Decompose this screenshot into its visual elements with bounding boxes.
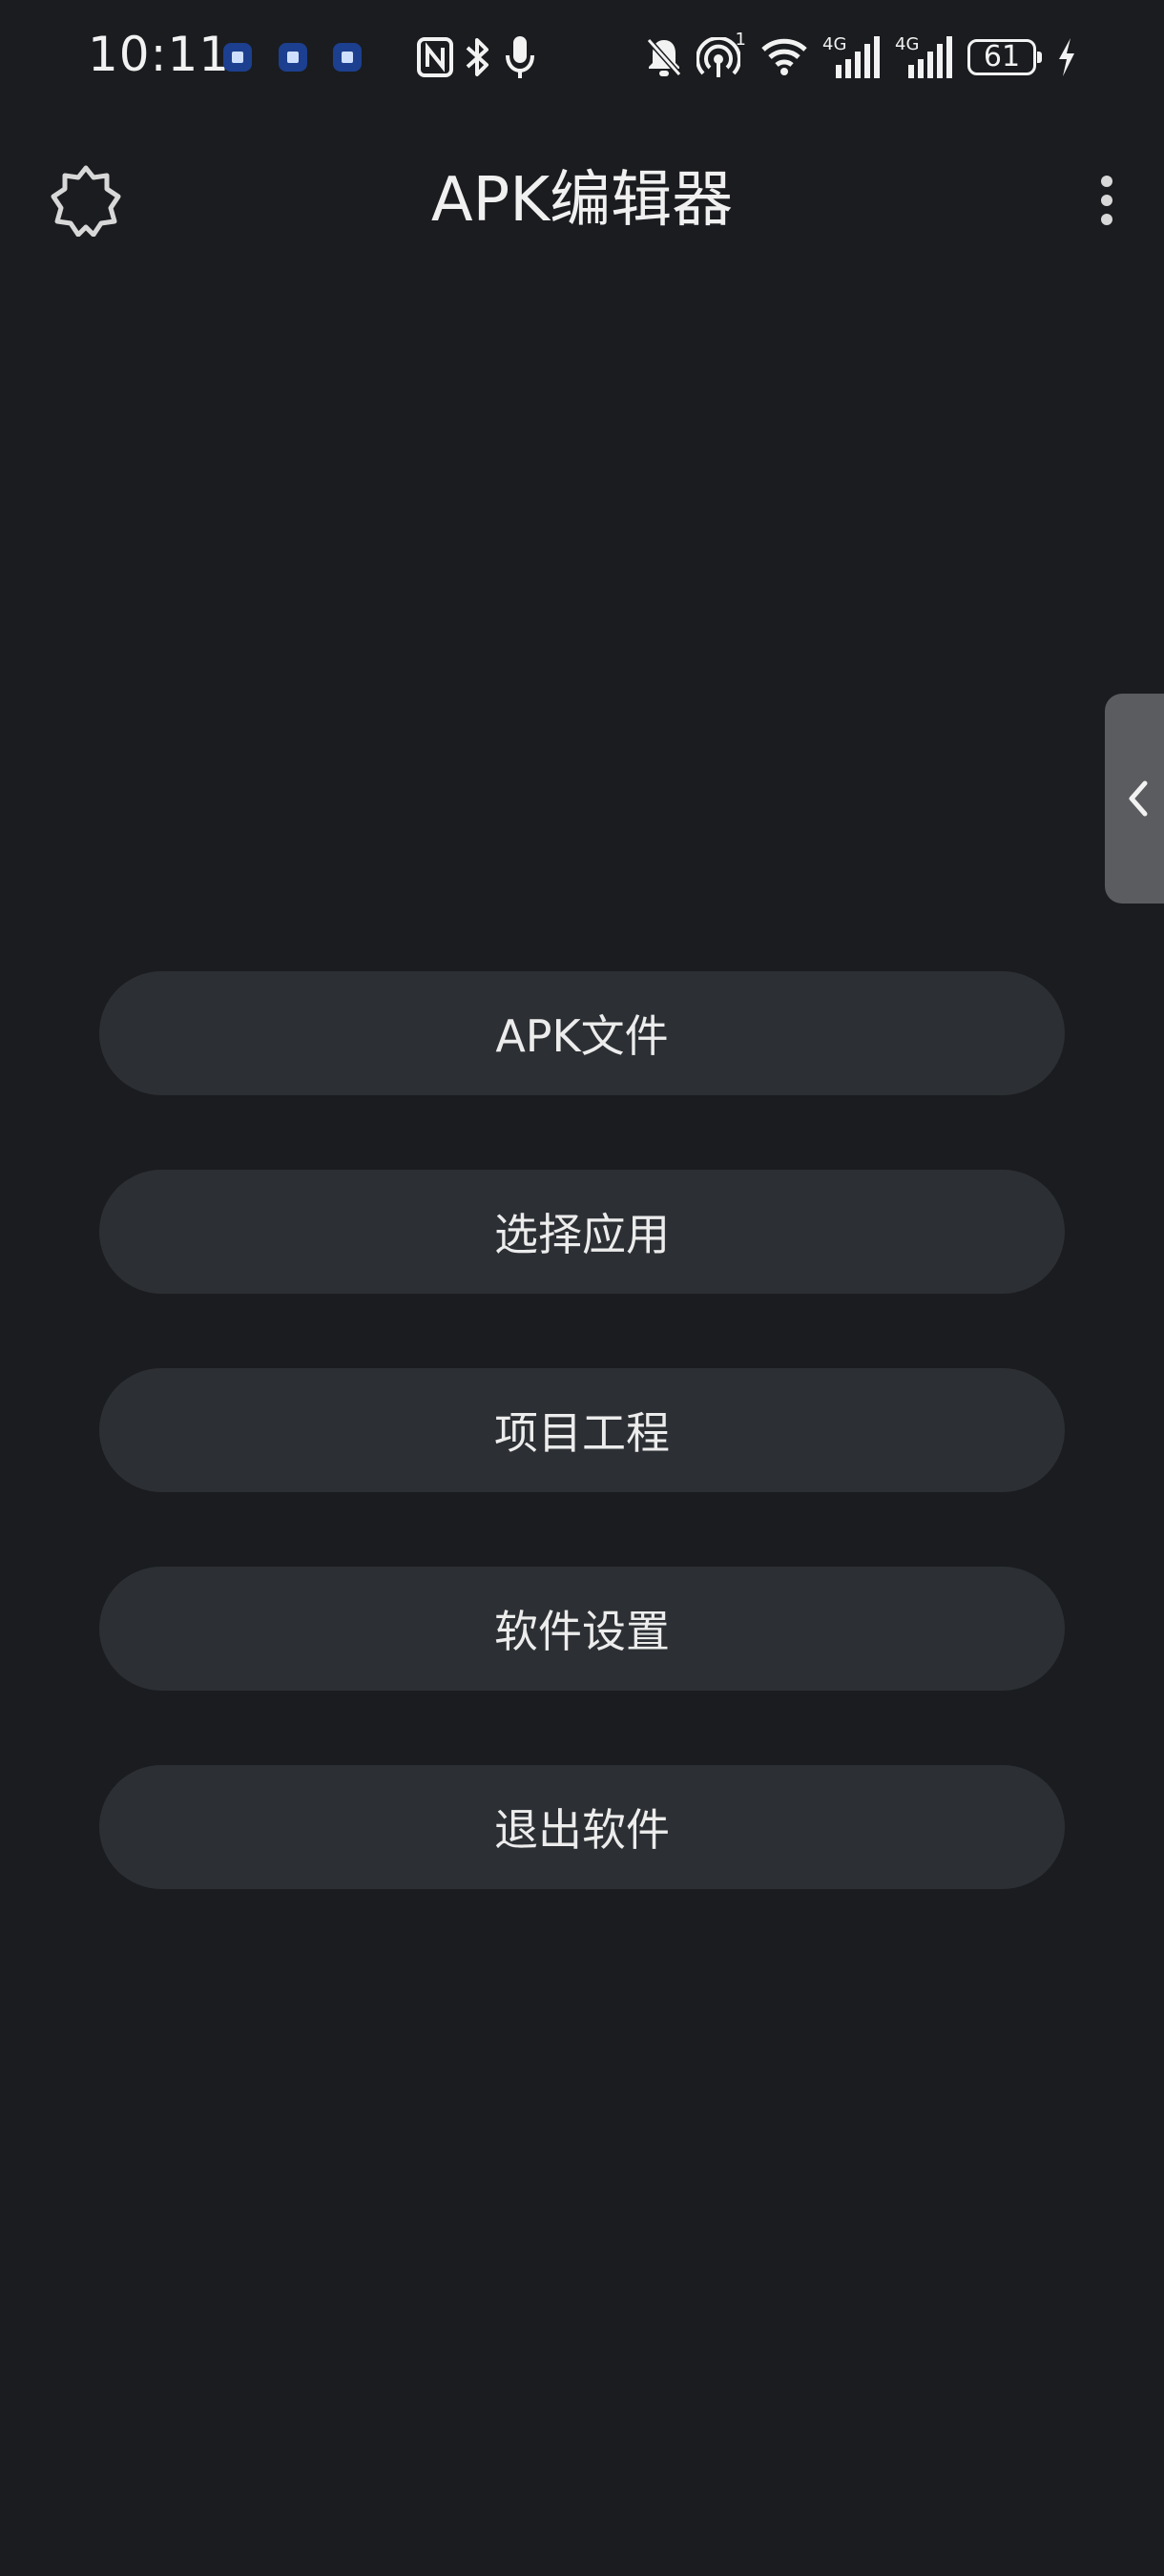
- projects-button[interactable]: 项目工程: [99, 1368, 1065, 1492]
- notification-app-icon: [223, 43, 252, 72]
- network-type-label: 4G: [895, 34, 919, 54]
- page-title: APK编辑器: [430, 165, 734, 236]
- hotspot-icon: [696, 37, 740, 77]
- system-status-icons: 1 4G 4G 61: [645, 29, 1078, 86]
- status-bar: 10:11 1 4G 4G 61: [0, 0, 1164, 114]
- cellular-signal-icon: 4G: [895, 34, 952, 78]
- nfc-icon: [417, 37, 453, 77]
- notification-app-icon: [279, 43, 307, 72]
- hotspot-count: 1: [735, 30, 746, 50]
- theme-brightness-icon: [51, 165, 121, 237]
- clock: 10:11: [88, 27, 231, 82]
- charging-icon: [1059, 38, 1074, 76]
- cellular-signal-icon: 4G: [822, 34, 880, 78]
- settings-button[interactable]: 软件设置: [99, 1567, 1065, 1691]
- battery-icon: 61: [967, 39, 1042, 75]
- theme-toggle-button[interactable]: [48, 162, 124, 239]
- wifi-icon: [761, 38, 807, 75]
- battery-level: 61: [983, 40, 1021, 73]
- hotspot-indicator: 1: [696, 30, 746, 81]
- microphone-icon: [506, 36, 534, 78]
- more-vert-icon: [1101, 176, 1112, 225]
- chevron-left-icon: [1129, 780, 1148, 817]
- bluetooth-icon: [466, 38, 488, 76]
- bell-off-icon: [646, 38, 682, 76]
- app-bar: APK编辑器: [0, 143, 1164, 258]
- exit-button[interactable]: 退出软件: [99, 1765, 1065, 1889]
- more-options-button[interactable]: [1078, 162, 1135, 239]
- network-type-label: 4G: [822, 34, 846, 54]
- select-app-button[interactable]: 选择应用: [99, 1170, 1065, 1294]
- apk-file-button[interactable]: APK文件: [99, 971, 1065, 1095]
- edge-panel-handle[interactable]: [1105, 694, 1164, 904]
- main-menu: APK文件 选择应用 项目工程 软件设置 退出软件: [99, 971, 1065, 1963]
- notification-app-icon: [333, 43, 362, 72]
